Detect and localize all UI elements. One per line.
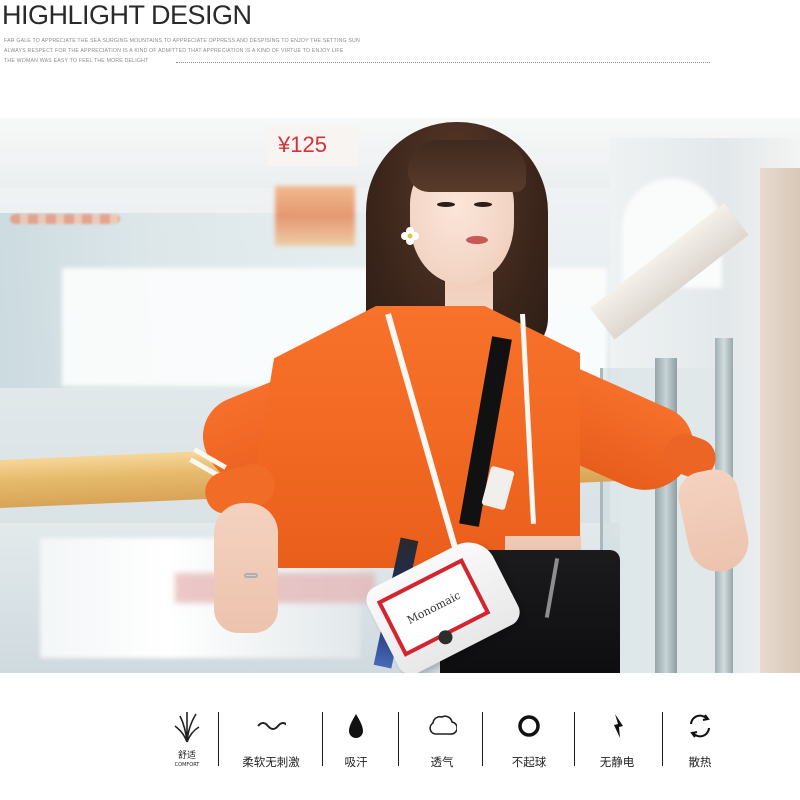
feature-divider [574,712,575,766]
background-sign-text: ¥125 [278,132,327,157]
model-hand-left [214,503,278,633]
model-bangs [408,140,526,192]
model-eye [474,202,492,207]
lightning-icon [614,714,623,738]
feature-divider [482,712,483,766]
feature-bar: 舒适 COMFORT 柔软无刺激 吸汗 透气 不起球 无静电 散热 [160,708,726,774]
feature-comfort: 舒适 COMFORT [166,708,208,774]
header: HIGHLIGHT DESIGN FAR GALE TO APPRECIATE … [0,0,800,118]
feature-anti-pilling: 不起球 [506,708,552,774]
grass-icon [174,712,200,743]
cloud-icon [429,715,457,735]
feature-label: 散热 [688,755,712,769]
background-display [275,186,355,246]
feature-label: 吸汗 [344,755,368,769]
feature-divider [662,712,663,766]
feature-label: 不起球 [511,755,547,769]
drop-icon [349,714,363,738]
description-line: THE WOMAN WAS EASY TO FEEL THE MORE DELI… [4,58,149,64]
description-line: FAR GALE TO APPRECIATE THE SEA SURGING M… [4,38,360,44]
feature-label: 舒适 [177,751,196,761]
ring-icon [518,715,540,737]
feature-breathable: 透气 [424,708,460,774]
feature-label: 无静电 [599,755,635,769]
description-line: ALWAYS RESPECT FOR THE APPRECIATION IS A… [4,48,344,54]
feature-sweat-absorb: 吸汗 [338,708,374,774]
background-column [760,168,800,673]
feature-divider [398,712,399,766]
feature-label: 透气 [430,755,454,769]
model-eye [437,202,455,207]
feature-soft: 柔软无刺激 [236,708,306,774]
model-lips [466,236,488,244]
wave-icon [257,722,286,730]
refresh-icon [690,714,710,738]
product-photo: ¥125 Monomaic [0,118,800,673]
feature-divider [218,712,219,766]
ring [244,573,258,578]
dotted-divider [176,62,710,63]
feature-label: 柔软无刺激 [242,755,300,769]
page-title: HIGHLIGHT DESIGN [2,0,252,30]
feature-sublabel: COMFORT [174,762,200,768]
feature-divider [322,712,323,766]
background-lights [10,214,120,224]
flower-earring-icon [401,227,419,245]
feature-heat-dissipation: 散热 [682,708,718,774]
bag-brand-text: Monomaic [404,588,463,627]
feature-anti-static: 无静电 [594,708,640,774]
